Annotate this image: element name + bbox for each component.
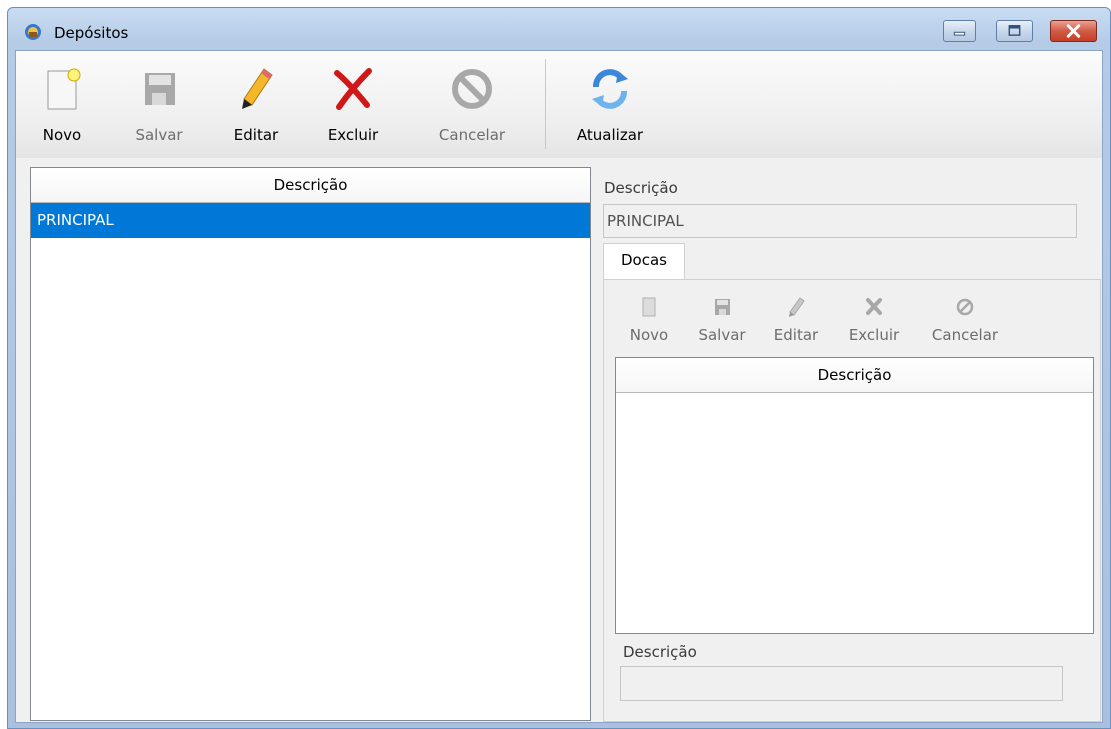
docas-cancelar-button[interactable]: Cancelar [926, 292, 1004, 352]
x-icon [866, 298, 882, 315]
window-client-area: Novo Salvar Editar Excluir Cancelar Atua… [15, 50, 1103, 723]
docas-novo-button[interactable]: Novo [622, 292, 676, 352]
excluir-button[interactable]: Excluir [313, 61, 393, 151]
close-icon [1066, 24, 1081, 38]
refresh-icon [592, 69, 628, 109]
pencil-icon [789, 297, 805, 317]
depositos-window: Depósitos Novo Salvar Editar Excluir Can… [7, 7, 1111, 729]
floppy-disk-icon [715, 299, 730, 315]
maximize-button[interactable] [996, 20, 1033, 42]
docas-grid[interactable]: Descrição [615, 357, 1094, 634]
docas-editar-button[interactable]: Editar [768, 292, 824, 352]
novo-button[interactable]: Novo [22, 61, 102, 151]
close-button[interactable] [1050, 20, 1097, 42]
atualizar-button[interactable]: Atualizar [570, 61, 650, 151]
minimize-icon [953, 31, 966, 36]
docas-salvar-button[interactable]: Salvar [691, 292, 753, 352]
depositos-grid[interactable]: Descrição PRINCIPAL [30, 167, 591, 721]
salvar-button[interactable]: Salvar [119, 61, 199, 151]
column-header-descricao[interactable]: Descrição [31, 168, 590, 203]
docas-column-header-descricao[interactable]: Descrição [616, 358, 1093, 393]
maximize-icon [1008, 25, 1021, 36]
tab-docas[interactable]: Docas [603, 243, 685, 280]
title-bar[interactable]: Depósitos [8, 8, 1110, 50]
cancel-circle-icon [956, 298, 974, 316]
app-icon [25, 24, 41, 40]
toolbar-separator [545, 59, 546, 149]
cancelar-button[interactable]: Cancelar [432, 61, 512, 151]
floppy-disk-icon [145, 73, 175, 105]
main-toolbar: Novo Salvar Editar Excluir Cancelar Atua… [16, 51, 1102, 158]
table-row[interactable]: PRINCIPAL [31, 203, 590, 238]
docas-descricao-field[interactable] [620, 666, 1063, 701]
descricao-field-value: PRINCIPAL [607, 212, 684, 230]
docas-tab-page: Novo Salvar Editar Excluir Cancelar Desc… [603, 279, 1101, 722]
descricao-field[interactable]: PRINCIPAL [603, 204, 1077, 238]
docas-descricao-label: Descrição [623, 643, 697, 661]
descricao-label: Descrição [604, 179, 678, 197]
cancel-circle-icon [452, 69, 492, 109]
cell-descricao: PRINCIPAL [37, 211, 114, 229]
pencil-icon [242, 68, 273, 109]
new-document-icon [47, 68, 81, 110]
docas-excluir-button[interactable]: Excluir [842, 292, 906, 352]
editar-button[interactable]: Editar [216, 61, 296, 151]
new-document-icon [642, 297, 656, 317]
minimize-button[interactable] [943, 20, 976, 42]
red-x-icon [334, 68, 372, 110]
window-title: Depósitos [54, 24, 129, 42]
